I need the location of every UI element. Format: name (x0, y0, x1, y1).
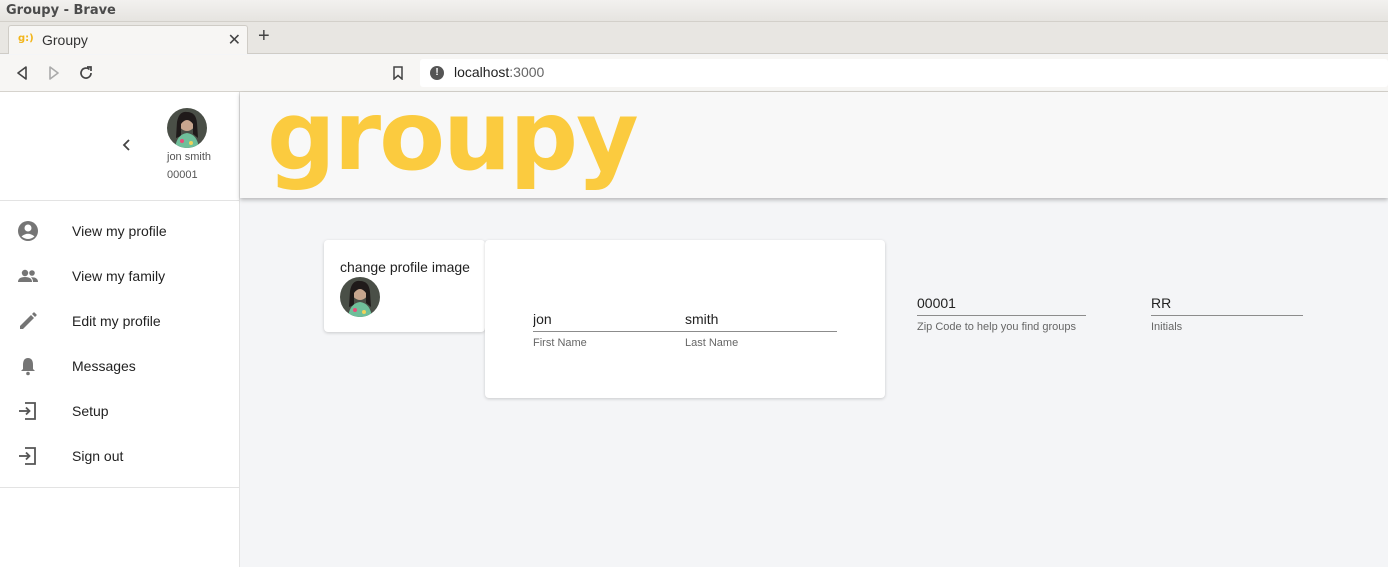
initials-field[interactable]: Initials (1151, 292, 1303, 333)
chevron-left-icon[interactable] (118, 136, 136, 154)
first-name-label: First Name (533, 337, 587, 349)
app-bar: groupy (240, 80, 1388, 198)
close-tab-icon[interactable]: ✕ (228, 30, 241, 50)
groupy-logo[interactable]: groupy (267, 80, 639, 192)
initials-label: Initials (1151, 321, 1183, 333)
sidebar-item-label: View my family (72, 268, 166, 284)
bell-icon (17, 355, 39, 377)
sidebar-header: jon smith 00001 (0, 92, 239, 201)
window-title-bar: Groupy - Brave (0, 0, 1388, 22)
login-icon (17, 400, 39, 422)
sidebar-item-view-profile[interactable]: View my profile (0, 209, 239, 254)
people-icon (17, 265, 39, 287)
first-name-input[interactable] (533, 308, 685, 330)
sidebar-item-messages[interactable]: Messages (0, 344, 239, 389)
groupy-favicon-icon: g:) (18, 33, 34, 44)
avatar[interactable] (167, 108, 207, 148)
sidebar-item-view-family[interactable]: View my family (0, 254, 239, 299)
navigation-bar: ! localhost:3000 (0, 55, 1388, 92)
sidebar-item-label: Setup (72, 403, 109, 419)
site-info-icon[interactable]: ! (430, 66, 444, 80)
url-text[interactable]: localhost:3000 (454, 64, 544, 80)
user-name: jon smith (167, 151, 212, 163)
zip-code-underline (917, 315, 1086, 316)
change-profile-image-label: change profile image (340, 259, 470, 275)
sidebar-item-label: View my profile (72, 223, 167, 239)
zip-code-input[interactable] (917, 292, 1086, 314)
last-name-underline (685, 331, 837, 332)
pencil-icon (17, 310, 39, 332)
last-name-field[interactable]: Last Name (685, 308, 837, 349)
sidebar-item-sign-out[interactable]: Sign out (0, 434, 239, 479)
new-tab-icon[interactable]: + (258, 25, 270, 48)
tab-title: Groupy (42, 32, 88, 48)
sidebar-item-edit-profile[interactable]: Edit my profile (0, 299, 239, 344)
sidebar-divider (0, 487, 239, 488)
last-name-label: Last Name (685, 337, 739, 349)
initials-underline (1151, 315, 1303, 316)
forward-icon[interactable] (44, 63, 64, 83)
login-icon (17, 445, 39, 467)
back-icon[interactable] (12, 63, 32, 83)
account-circle-icon (17, 220, 39, 242)
first-name-field[interactable]: First Name (533, 308, 685, 349)
tab-strip: g:) Groupy ✕ (0, 22, 1388, 54)
initials-input[interactable] (1151, 292, 1303, 314)
first-name-underline (533, 331, 685, 332)
sidebar-drawer: jon smith 00001 View my profile View my … (0, 92, 240, 567)
sidebar-menu: View my profile View my family Edit my p… (0, 209, 239, 479)
window-title: Groupy - Brave (6, 3, 116, 18)
reload-icon[interactable] (76, 63, 96, 83)
profile-image-card: change profile image (324, 240, 485, 332)
sidebar-item-label: Edit my profile (72, 313, 161, 329)
sidebar-item-label: Messages (72, 358, 136, 374)
sidebar-item-setup[interactable]: Setup (0, 389, 239, 434)
profile-image-avatar[interactable] (340, 277, 380, 317)
zip-code-field[interactable]: Zip Code to help you find groups (917, 292, 1086, 333)
name-card: First Name Last Name (485, 240, 885, 398)
zip-code-label: Zip Code to help you find groups (917, 321, 1076, 333)
user-id: 00001 (167, 169, 198, 181)
last-name-input[interactable] (685, 308, 837, 330)
browser-tab[interactable]: g:) Groupy ✕ (8, 25, 248, 54)
sidebar-item-label: Sign out (72, 448, 124, 464)
